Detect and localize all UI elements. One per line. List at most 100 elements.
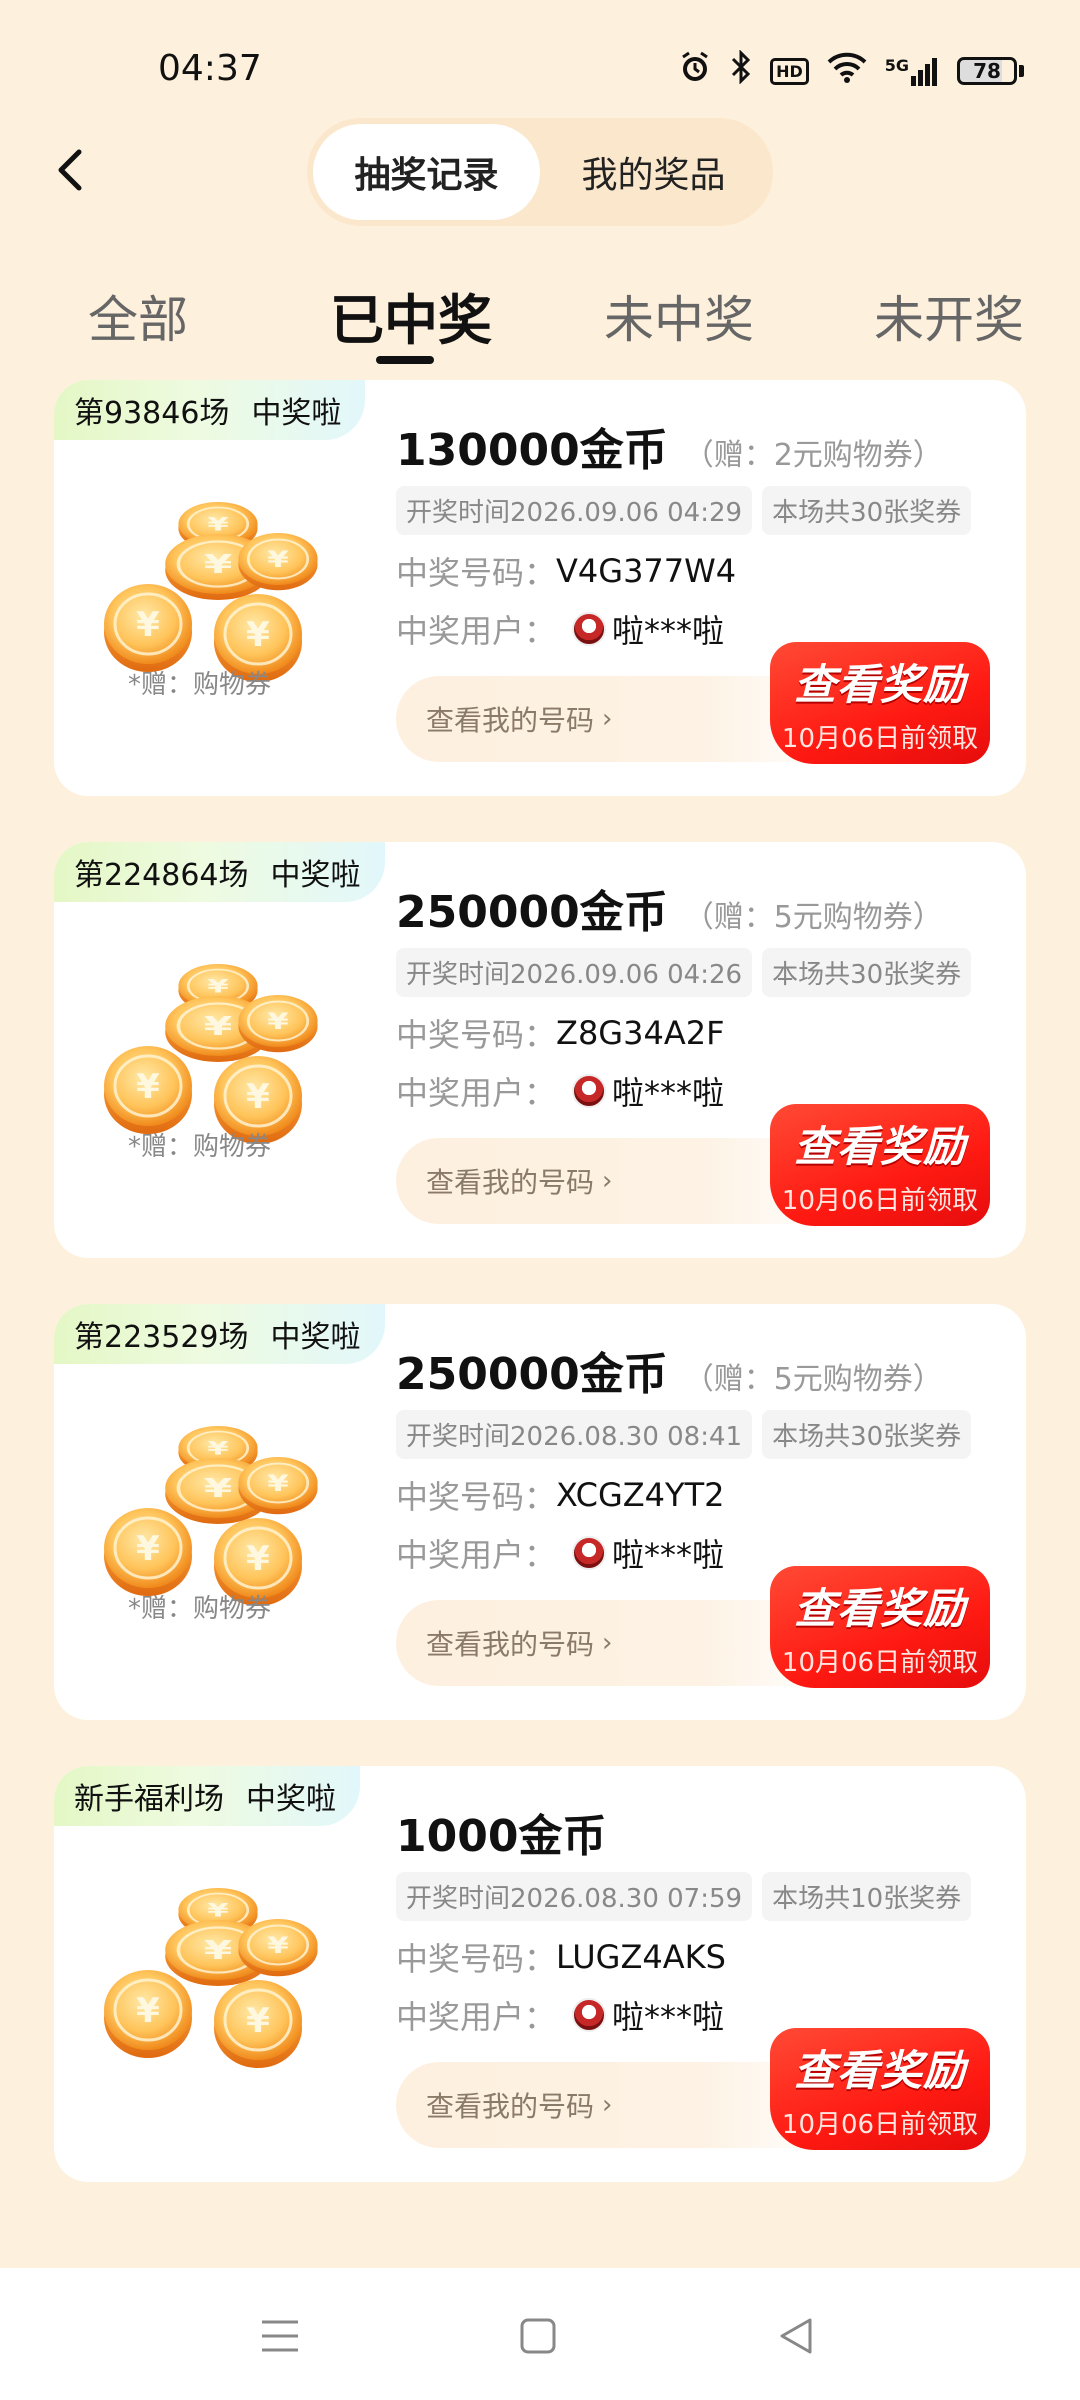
reward-deadline: 10月06日前领取 (781, 724, 979, 754)
prize-card: 第224864场 中奖啦 *赠：购物券 250000金币 （赠：5元购物券） 开奖… (54, 842, 1026, 1258)
gift-note: *赠：购物券 (128, 670, 272, 700)
view-my-codes-label: 查看我的号码 (426, 704, 595, 737)
view-my-codes-label: 查看我的号码 (426, 1628, 595, 1661)
winning-code-row: 中奖号码： V4G377W4 (396, 548, 736, 594)
prize-card: 新手福利场 中奖啦 1000金币 开奖时间2026.08.30 07:59 本场… (54, 1766, 1026, 2182)
winning-code: V4G377W4 (556, 552, 737, 590)
view-reward-button[interactable]: 查看奖励 10月06日前领取 (770, 1104, 990, 1226)
avatar (572, 1536, 607, 1570)
info-chips: 开奖时间2026.09.06 04:29 本场共30张奖券 (396, 486, 972, 535)
info-chips: 开奖时间2026.08.30 08:41 本场共30张奖券 (396, 1410, 972, 1459)
session-badge: 新手福利场 中奖啦 (54, 1766, 360, 1826)
win-status: 中奖啦 (270, 1320, 361, 1355)
system-nav-bar (0, 2268, 1080, 2400)
back-button[interactable] (40, 140, 100, 200)
session-badge: 第224864场 中奖啦 (54, 842, 385, 902)
alarm-icon (678, 50, 712, 92)
avatar (572, 1998, 607, 2032)
winning-code-row: 中奖号码： Z8G34A2F (396, 1010, 724, 1056)
home-icon[interactable] (510, 2308, 566, 2364)
winning-code-row: 中奖号码： XCGZ4YT2 (396, 1472, 724, 1518)
avatar (572, 612, 607, 646)
prize-gift: （赠：2元购物券） (683, 438, 943, 473)
reward-deadline: 10月06日前领取 (781, 1186, 979, 1216)
session-name: 第93846场 (74, 396, 230, 431)
gift-note: *赠：购物券 (128, 1594, 272, 1624)
battery-icon: 78 (957, 57, 1024, 85)
status-icons: HD 5G 78 (678, 49, 1024, 92)
avatar (572, 1074, 607, 1108)
reward-deadline: 10月06日前领取 (781, 2110, 979, 2140)
code-label: 中奖号码： (396, 1016, 557, 1054)
winning-code: XCGZ4YT2 (556, 1476, 725, 1514)
info-chips: 开奖时间2026.09.06 04:26 本场共30张奖券 (396, 948, 972, 997)
prize-card: 第223529场 中奖啦 *赠：购物券 250000金币 （赠：5元购物券） 开奖… (54, 1304, 1026, 1720)
ticket-total: 本场共30张奖券 (762, 1410, 972, 1459)
chevron-right-icon: › (602, 1628, 613, 1658)
win-status: 中奖啦 (251, 396, 342, 431)
prize-title: 1000金币 (396, 1800, 606, 1864)
ticket-total: 本场共10张奖券 (762, 1872, 972, 1921)
chevron-right-icon: › (602, 704, 613, 734)
tab-not-won[interactable]: 未中奖 (604, 280, 754, 352)
info-chips: 开奖时间2026.08.30 07:59 本场共10张奖券 (396, 1872, 972, 1921)
draw-time: 开奖时间2026.09.06 04:29 (396, 486, 753, 535)
prize-title: 130000金币 （赠：2元购物券） (396, 414, 943, 478)
filter-tabs: 全部 已中奖 未中奖 未开奖 (0, 260, 1080, 370)
prize-gift: （赠：5元购物券） (683, 900, 943, 935)
winner-row: 中奖用户： 啦***啦 (396, 606, 724, 652)
prize-amount: 250000金币 (396, 1349, 668, 1400)
clock: 04:37 (158, 48, 262, 89)
draw-time: 开奖时间2026.08.30 07:59 (396, 1872, 753, 1921)
draw-time: 开奖时间2026.09.06 04:26 (396, 948, 753, 997)
wifi-icon (827, 51, 867, 91)
battery-level: 78 (973, 59, 1001, 83)
ticket-total: 本场共30张奖券 (762, 486, 972, 535)
reward-deadline: 10月06日前领取 (781, 1648, 979, 1678)
segment-control: 抽奖记录 我的奖品 (307, 118, 773, 226)
code-label: 中奖号码： (396, 554, 557, 592)
chevron-right-icon: › (602, 2090, 613, 2120)
tab-active-indicator (376, 356, 434, 364)
tab-not-drawn[interactable]: 未开奖 (874, 280, 1024, 352)
prize-title: 250000金币 （赠：5元购物券） (396, 876, 943, 940)
hd-icon: HD (770, 57, 809, 85)
back-triangle-icon[interactable] (768, 2308, 824, 2364)
view-my-codes-label: 查看我的号码 (426, 2090, 595, 2123)
reward-title: 查看奖励 (793, 660, 966, 709)
view-my-codes-label: 查看我的号码 (426, 1166, 595, 1199)
prize-amount: 1000金币 (396, 1811, 607, 1862)
view-reward-button[interactable]: 查看奖励 10月06日前领取 (770, 642, 990, 764)
segment-my-prizes[interactable]: 我的奖品 (540, 124, 767, 220)
menu-icon[interactable] (252, 2308, 308, 2364)
prize-amount: 250000金币 (396, 887, 668, 938)
prize-gift: （赠：5元购物券） (683, 1362, 943, 1397)
code-label: 中奖号码： (396, 1940, 557, 1978)
view-reward-button[interactable]: 查看奖励 10月06日前领取 (770, 2028, 990, 2150)
reward-title: 查看奖励 (793, 2046, 966, 2095)
gift-note: *赠：购物券 (128, 1132, 272, 1162)
gold-coins-image (102, 1886, 319, 2070)
win-status: 中奖啦 (246, 1782, 336, 1817)
chevron-left-icon (58, 149, 82, 191)
prize-amount: 130000金币 (396, 425, 668, 476)
session-name: 第224864场 (74, 858, 249, 893)
user-label: 中奖用户： (396, 1074, 557, 1112)
gold-coins-image (102, 500, 319, 684)
gold-coins-image (102, 1424, 319, 1608)
user-label: 中奖用户： (396, 1536, 557, 1574)
segment-draw-records[interactable]: 抽奖记录 (313, 124, 540, 220)
winning-code: LUGZ4AKS (556, 1938, 726, 1976)
chevron-right-icon: › (602, 1166, 613, 1196)
network-type: 5G (884, 56, 909, 75)
tab-won[interactable]: 已中奖 (330, 276, 492, 355)
winner-name: 啦***啦 (612, 1998, 725, 2036)
winner-row: 中奖用户： 啦***啦 (396, 1992, 724, 2038)
signal-icon: 5G (885, 56, 939, 86)
reward-title: 查看奖励 (793, 1584, 966, 1633)
winner-row: 中奖用户： 啦***啦 (396, 1530, 724, 1576)
tab-all[interactable]: 全部 (88, 280, 188, 352)
win-status: 中奖啦 (270, 858, 361, 893)
view-reward-button[interactable]: 查看奖励 10月06日前领取 (770, 1566, 990, 1688)
session-name: 第223529场 (74, 1320, 249, 1355)
